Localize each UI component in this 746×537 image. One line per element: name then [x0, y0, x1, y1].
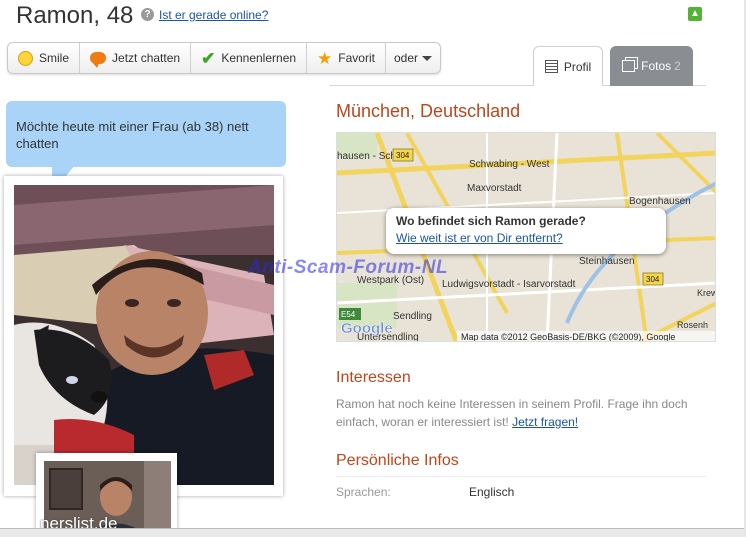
location-title: München, Deutschland	[336, 101, 521, 121]
action-bar: Smile Jetzt chatten ✔ Kennenlernen ★ Fav…	[7, 42, 442, 74]
map-label-hausen: hausen - Sch	[337, 151, 396, 162]
meet-label: Kennenlernen	[221, 51, 297, 65]
language-value: Englisch	[469, 485, 515, 499]
google-logo: Google	[341, 320, 393, 337]
chevron-down-icon	[422, 55, 433, 61]
main-profile-photo[interactable]	[14, 185, 274, 485]
map-label-ludwigsvorstadt: Ludwigsvorstadt - Isarvorstadt	[442, 279, 576, 290]
help-icon[interactable]: ?	[141, 8, 154, 21]
personal-info-heading: Persönliche Infos	[336, 452, 459, 469]
smile-label: Smile	[39, 51, 70, 65]
map-popup-question: Wo befindet sich Ramon gerade?	[396, 214, 586, 228]
smile-icon	[18, 50, 33, 66]
meet-button[interactable]: ✔ Kennenlernen	[191, 43, 308, 73]
profile-document-icon	[544, 60, 558, 73]
scroll-up-icon[interactable]: ▲	[688, 7, 702, 21]
map-road-e54: E54	[341, 310, 356, 319]
chat-label: Jetzt chatten	[112, 51, 181, 65]
profile-name-age: Ramon, 48	[16, 2, 134, 29]
ask-now-link[interactable]: Jetzt fragen!	[512, 415, 578, 429]
map-label-maxvorstadt: Maxvorstadt	[467, 183, 522, 194]
map-label-schwabing: Schwabing - West	[469, 159, 550, 170]
map-road-304-top: 304	[396, 151, 410, 160]
star-icon: ★	[317, 48, 333, 68]
tab-fotos-label: Fotos	[641, 59, 672, 73]
personal-info-divider	[336, 476, 706, 477]
map-info-popup: Wo befindet sich Ramon gerade? Wie weit …	[386, 208, 666, 254]
more-options-label: oder	[393, 51, 419, 65]
tab-fotos[interactable]: Fotos 2	[610, 46, 693, 86]
checkmark-icon: ✔	[201, 48, 216, 68]
map-label-bogenhausen: Bogenhausen	[629, 196, 691, 207]
smile-button[interactable]: Smile	[8, 43, 81, 73]
interests-heading: Interessen	[336, 369, 411, 386]
map-attribution: Map data ©2012 GeoBasis-DE/BKG (©2009), …	[461, 332, 675, 342]
language-label: Sprachen:	[336, 485, 391, 499]
map-label-sendling: Sendling	[393, 311, 432, 322]
online-status-link[interactable]: Ist er gerade online?	[159, 8, 268, 22]
photos-icon	[622, 60, 636, 72]
favorite-button[interactable]: ★ Favorit	[307, 43, 386, 73]
tab-fotos-count: 2	[674, 59, 681, 73]
map-road-304-right: 304	[646, 275, 660, 284]
distance-link[interactable]: Wie weit ist er von Dir entfernt?	[396, 231, 656, 245]
tab-profil-label: Profil	[563, 59, 592, 74]
interests-text: Ramon hat noch keine Interessen in seine…	[336, 395, 706, 431]
more-options-dropdown[interactable]: oder	[386, 43, 440, 73]
watermark-scam: Anti-Scam-Forum-NL	[248, 257, 449, 278]
status-message-bubble: Möchte heute mit einer Frau (ab 38) nett…	[6, 101, 286, 167]
chat-bubble-icon	[90, 52, 107, 68]
chat-button[interactable]: Jetzt chatten	[80, 43, 192, 73]
map-label-krew: Krew	[697, 288, 716, 298]
tab-profil[interactable]: Profil	[533, 46, 603, 86]
map-label-steinhausen: Steinhausen	[579, 256, 635, 267]
map-label-rosenh: Rosenh	[677, 320, 708, 330]
favorite-label: Favorit	[338, 51, 375, 65]
